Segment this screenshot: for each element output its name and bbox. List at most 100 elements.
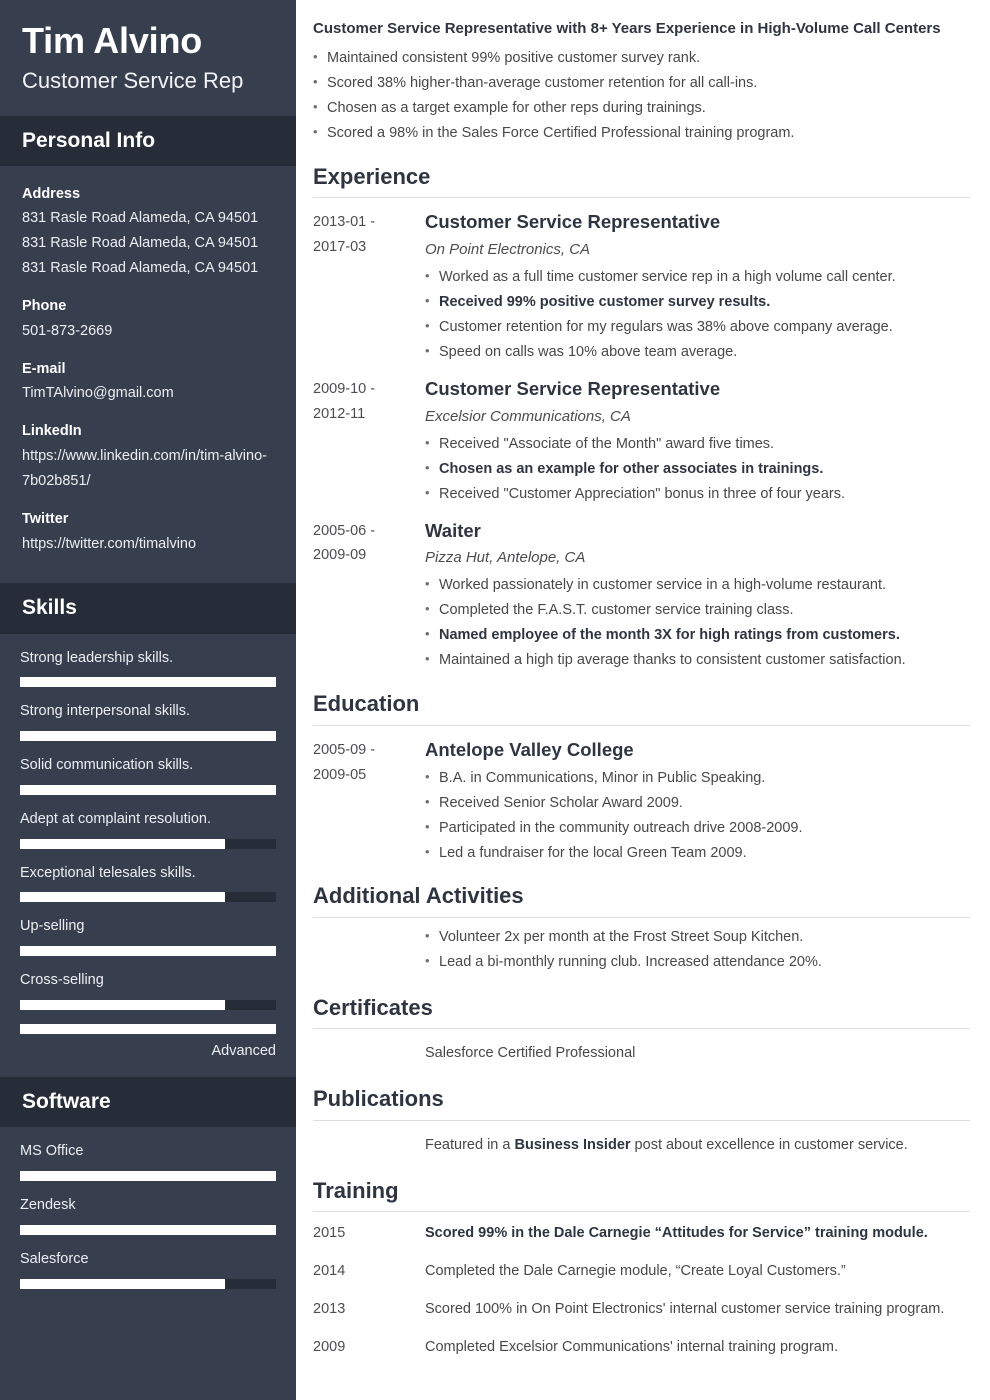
skill-name: Exceptional telesales skills. [20, 864, 196, 881]
personal-info-field: LinkedIn https://www.linkedin.com/in/tim… [22, 419, 274, 494]
certificate-name: Salesforce Certified Professional [425, 1045, 636, 1062]
experience-entry: 2013-01 -2017-03 Customer Service Repres… [313, 198, 970, 365]
personal-info-value: 501-873-2669 [22, 322, 113, 339]
summary-bullet-list: Maintained consistent 99% positive custo… [313, 46, 970, 146]
skill-level-bar [20, 731, 276, 742]
summary-bullet: Scored 38% higher-than-average customer … [313, 71, 970, 96]
summary-section: Customer Service Representative with 8+ … [313, 18, 970, 146]
experience-bullet: Received "Customer Appreciation" bonus i… [425, 482, 970, 507]
summary-bullet: Scored a 98% in the Sales Force Certifie… [313, 121, 970, 146]
publication-row: Featured in a Business Insider post abou… [313, 1121, 970, 1160]
skill-name: Cross-selling [20, 972, 104, 989]
experience-bullet: Completed the F.A.S.T. customer service … [425, 598, 970, 623]
skill-row: Cross-selling [20, 970, 276, 1010]
experience-entry: 2005-06 -2009-09 Waiter Pizza Hut, Antel… [313, 507, 970, 674]
publication-suffix: post about excellence in customer servic… [630, 1136, 908, 1153]
experience-organization: Excelsior Communications, CA [425, 407, 631, 425]
skill-level-bar-fill [20, 784, 276, 795]
experience-bullet: Received "Associate of the Month" award … [425, 432, 970, 457]
skill-row: MS Office [20, 1141, 276, 1182]
experience-bullet: Maintained a high tip average thanks to … [425, 648, 970, 673]
skill-level-bar-fill [20, 731, 276, 742]
skill-name: Salesforce [20, 1250, 89, 1267]
training-row: 2013 Scored 100% in On Point Electronics… [313, 1288, 970, 1326]
training-section: Training 2015 Scored 99% in the Dale Car… [313, 1168, 970, 1364]
section-heading-certificates: Certificates [313, 994, 433, 1020]
personal-info-label: LinkedIn [22, 423, 82, 440]
skill-level-bar-fill [20, 1171, 276, 1182]
skill-level-bar-fill [20, 838, 225, 849]
skill-name: Adept at complaint resolution. [20, 810, 212, 827]
skill-row: Strong interpersonal skills. [20, 701, 276, 742]
sidebar-header: Tim Alvino Customer Service Rep [0, 0, 296, 116]
personal-info-label: Phone [22, 298, 67, 315]
experience-role: Customer Service Representative [425, 377, 721, 399]
experience-bullet: Speed on calls was 10% above team averag… [425, 340, 970, 365]
personal-info-body: Address 831 Rasle Road Alameda, CA 94501… [0, 166, 296, 584]
training-year: 2014 [313, 1263, 346, 1280]
section-heading-additional-activities: Additional Activities [313, 883, 524, 909]
skill-row: Advanced [20, 1023, 276, 1061]
education-bullet-list: B.A. in Communications, Minor in Public … [425, 766, 970, 866]
experience-bullet-list: Worked as a full time customer service r… [425, 265, 970, 365]
section-title-software: Software [0, 1077, 296, 1128]
personal-info-value: 831 Rasle Road Alameda, CA 94501 [22, 235, 259, 252]
education-dates: 2005-09 -2009-05 [313, 741, 376, 783]
experience-bullet: Named employee of the month 3X for high … [425, 623, 970, 648]
skill-level-bar [20, 677, 276, 688]
experience-role: Customer Service Representative [425, 211, 721, 232]
summary-title: Customer Service Representative with 8+ … [313, 20, 941, 37]
personal-info-value: https://www.linkedin.com/in/tim-alvino-7… [22, 448, 267, 489]
skill-name: MS Office [20, 1143, 84, 1160]
personal-info-label: Address [22, 185, 81, 202]
personal-info-field: E-mail TimTAlvino@gmail.com [22, 357, 274, 407]
skill-level-bar-fill [20, 892, 225, 903]
additional-activities-bullet-list: Volunteer 2x per month at the Frost Stre… [425, 925, 970, 975]
candidate-name: Tim Alvino [22, 20, 203, 61]
skill-name: Zendesk [20, 1197, 76, 1214]
experience-bullet: Customer retention for my regulars was 3… [425, 315, 970, 340]
skill-level-bar [20, 838, 276, 849]
training-description: Completed the Dale Carnegie module, “Cre… [425, 1263, 846, 1280]
personal-info-label: E-mail [22, 360, 66, 377]
training-year: 2013 [313, 1301, 346, 1318]
publications-section: Publications Featured in a Business Insi… [313, 1076, 970, 1159]
experience-bullet: Received 99% positive customer survey re… [425, 290, 970, 315]
skill-level-bar-fill [20, 677, 276, 688]
education-bullet: Led a fundraiser for the local Green Tea… [425, 841, 970, 866]
summary-bullet: Chosen as a target example for other rep… [313, 96, 970, 121]
training-year: 2015 [313, 1225, 346, 1242]
experience-dates: 2013-01 -2017-03 [313, 214, 376, 255]
education-section: Education 2005-09 -2009-05 Antelope Vall… [313, 681, 970, 865]
training-row: 2014 Completed the Dale Carnegie module,… [313, 1250, 970, 1288]
training-row: 2015 Scored 99% in the Dale Carnegie “At… [313, 1212, 970, 1250]
training-year: 2009 [313, 1339, 346, 1355]
experience-dates: 2005-06 -2009-09 [313, 522, 376, 564]
section-title-skills: Skills [0, 583, 296, 634]
skill-row: Salesforce [20, 1249, 276, 1289]
personal-info-value: TimTAlvino@gmail.com [22, 385, 174, 402]
section-heading-training: Training [313, 1177, 399, 1203]
sidebar: Tim Alvino Customer Service Rep Personal… [0, 0, 296, 1400]
training-row: 2009 Completed Excelsior Communications'… [313, 1326, 970, 1364]
training-description: Scored 99% in the Dale Carnegie “Attitud… [425, 1225, 928, 1242]
publication-prefix: Featured in a [425, 1136, 515, 1153]
experience-entry: 2009-10 -2012-11 Customer Service Repres… [313, 365, 970, 507]
experience-bullet: Chosen as an example for other associate… [425, 457, 970, 482]
section-title-personal-info: Personal Info [0, 115, 296, 166]
publications-entries: Featured in a Business Insider post abou… [313, 1121, 970, 1160]
publication-source: Business Insider [514, 1136, 631, 1153]
skill-level-bar [20, 946, 276, 957]
candidate-job-title: Customer Service Rep [22, 68, 244, 93]
section-heading-publications: Publications [313, 1086, 444, 1112]
education-bullet: Received Senior Scholar Award 2009. [425, 791, 970, 816]
education-entries: 2005-09 -2009-05 Antelope Valley College… [313, 726, 970, 866]
additional-activities-section: Additional Activities Volunteer 2x per m… [313, 873, 970, 976]
experience-organization: Pizza Hut, Antelope, CA [425, 549, 586, 567]
skill-level-bar-fill [20, 1278, 225, 1289]
skill-level-bar [20, 1171, 276, 1182]
experience-bullet: Worked passionately in customer service … [425, 573, 970, 598]
skill-level-bar [20, 784, 276, 795]
additional-activities-row: Volunteer 2x per month at the Frost Stre… [313, 918, 970, 977]
skill-level-bar [20, 1023, 276, 1034]
